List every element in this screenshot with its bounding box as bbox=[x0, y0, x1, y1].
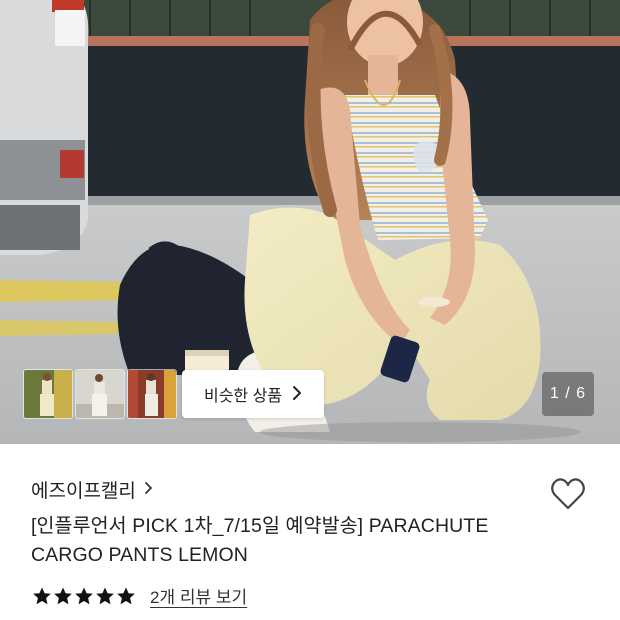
product-image-carousel[interactable]: 비슷한 상품 1 / 6 bbox=[0, 0, 620, 444]
brand-link[interactable]: 에즈이프캘리 bbox=[31, 476, 153, 503]
star-icon bbox=[32, 586, 52, 606]
similar-products-button[interactable]: 비슷한 상품 bbox=[182, 370, 324, 418]
thumbnail-2[interactable] bbox=[76, 370, 124, 418]
chevron-right-icon bbox=[292, 385, 302, 404]
rating-row: 2개 리뷰 보기 bbox=[32, 583, 247, 608]
product-title-line-2: CARGO PANTS LEMON bbox=[31, 544, 248, 566]
star-icon bbox=[116, 586, 136, 606]
product-title-line-1: [인플루언서 PICK 1차_7/15일 예약발송] PARACHUTE bbox=[31, 515, 489, 537]
star-icon bbox=[53, 586, 73, 606]
thumbnail-1[interactable] bbox=[24, 370, 72, 418]
image-counter: 1 / 6 bbox=[542, 372, 594, 416]
thumbnail-3[interactable] bbox=[128, 370, 176, 418]
chevron-right-icon bbox=[144, 479, 153, 500]
star-icon bbox=[74, 586, 94, 606]
product-title: [인플루언서 PICK 1차_7/15일 예약발송] PARACHUTE CAR… bbox=[31, 512, 571, 570]
heart-outline-icon[interactable] bbox=[548, 474, 588, 514]
similar-products-label: 비슷한 상품 bbox=[203, 388, 283, 405]
review-link[interactable]: 2개 리뷰 보기 bbox=[150, 583, 247, 608]
star-icon bbox=[95, 586, 115, 606]
product-detail-page: 비슷한 상품 1 / 6 에즈이프캘리 [인플루언서 PICK 1차_7/15일… bbox=[0, 0, 620, 620]
thumbnail-strip bbox=[24, 370, 176, 418]
star-rating bbox=[32, 586, 136, 606]
brand-name: 에즈이프캘리 bbox=[31, 481, 136, 502]
